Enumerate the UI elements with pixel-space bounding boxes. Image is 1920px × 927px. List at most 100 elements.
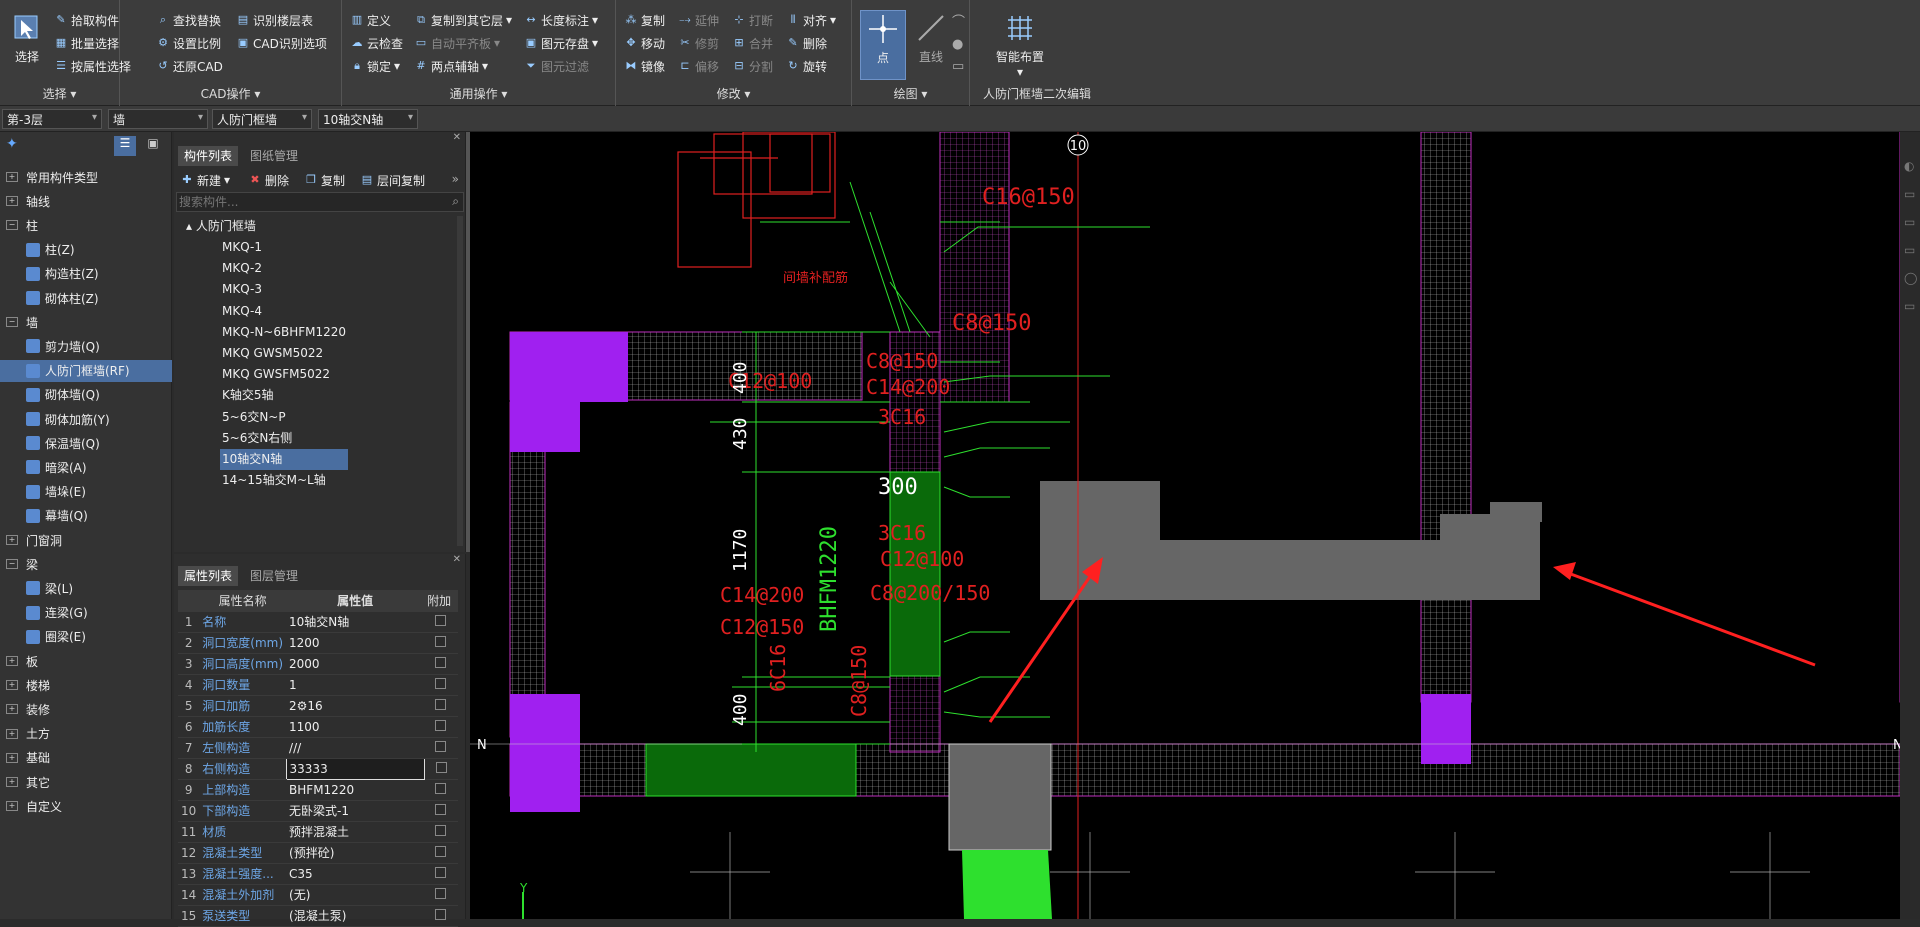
property-value[interactable]: (无) (286, 884, 425, 906)
property-row[interactable]: 10 下部构造 无卧梁式-1 (178, 800, 458, 822)
property-value[interactable]: /// (286, 737, 425, 759)
tree-item[interactable]: 连梁(G) (0, 602, 172, 624)
rotate-button[interactable]: ↻ 旋转 (786, 56, 827, 76)
property-value[interactable]: 33333 (285, 757, 425, 780)
extra-checkbox[interactable] (435, 803, 447, 815)
tree-item[interactable]: + 板 (0, 650, 172, 672)
tree-item[interactable]: + 其它 (0, 771, 172, 793)
tree-item[interactable]: − 柱 (0, 214, 172, 236)
tree-item[interactable]: + 自定义 (0, 795, 172, 817)
tree-item[interactable]: 保温墙(Q) (0, 432, 172, 454)
property-row[interactable]: 15 泵送类型 (混凝土泵) (178, 905, 458, 927)
point-draw-button[interactable]: 点 (860, 10, 906, 80)
tree-item[interactable]: 墙垛(E) (0, 481, 172, 503)
property-row[interactable]: 11 材质 预拌混凝土 (178, 821, 458, 843)
component-list-item[interactable]: 10轴交N轴 (220, 449, 348, 470)
list-view-icon[interactable]: ☰ (114, 136, 136, 156)
extra-checkbox[interactable] (435, 887, 447, 899)
property-row[interactable]: 9 上部构造 BHFM1220 (178, 779, 458, 801)
view-tools[interactable]: ◐ ▭ ▭ ▭ ◯ ▭ (1904, 152, 1917, 320)
extra-checkbox[interactable] (435, 740, 447, 752)
define-button[interactable]: ▥ 定义 (350, 10, 391, 30)
property-value[interactable]: 2⚙16 (286, 695, 425, 717)
property-value[interactable]: 1100 (286, 716, 425, 738)
extend-button[interactable]: ⤍ 延伸 (678, 10, 719, 30)
component-list-item[interactable]: MKQ GWSM5022 (220, 343, 323, 364)
align-button[interactable]: ⫴ 对齐 ▾ (786, 10, 836, 30)
property-value[interactable]: 10轴交N轴 (286, 611, 425, 633)
property-row[interactable]: 2 洞口宽度(mm) 1200 (178, 632, 458, 654)
tree-item[interactable]: + 门窗洞 (0, 529, 172, 551)
tree-item[interactable]: + 楼梯 (0, 674, 172, 696)
tree-item[interactable]: − 墙 (0, 311, 172, 333)
offset-button[interactable]: ⊏ 偏移 (678, 56, 719, 76)
tree-item[interactable]: 砌体柱(Z) (0, 287, 172, 309)
tab-property-list[interactable]: 属性列表 (178, 566, 239, 586)
extra-checkbox[interactable] (435, 635, 447, 647)
extra-checkbox[interactable] (435, 824, 447, 836)
pick-component-button[interactable]: ✎ 拾取构件 (54, 10, 119, 30)
property-extra[interactable] (424, 905, 458, 927)
property-value[interactable]: 2000 (286, 653, 425, 675)
tree-item[interactable]: 剪力墙(Q) (0, 335, 172, 357)
line-draw-button[interactable]: 直线 (908, 10, 954, 72)
close-icon[interactable]: ✕ (453, 554, 461, 565)
component-list-item[interactable]: MKQ-N~6BHFM1220 (220, 322, 346, 343)
tree-item[interactable]: 砌体墙(Q) (0, 384, 172, 406)
property-value[interactable]: 预拌混凝土 (286, 821, 425, 843)
property-extra[interactable] (424, 863, 458, 885)
property-row[interactable]: 3 洞口高度(mm) 2000 (178, 653, 458, 675)
expand-icon[interactable]: + (6, 704, 18, 715)
more-icon[interactable]: » (452, 172, 459, 186)
property-row[interactable]: 4 洞口数量 1 (178, 674, 458, 696)
search-icon[interactable]: ⌕ (452, 194, 459, 209)
set-scale-button[interactable]: ⚙ 设置比例 (156, 33, 221, 53)
extra-checkbox[interactable] (435, 614, 447, 626)
property-row[interactable]: 1 名称 10轴交N轴 (178, 611, 458, 633)
tree-item[interactable]: + 常用构件类型 (0, 166, 172, 188)
component-list-item[interactable]: MKQ-2 (220, 258, 262, 279)
property-row[interactable]: 6 加筋长度 1100 (178, 716, 458, 738)
property-extra[interactable] (424, 821, 458, 843)
property-extra[interactable] (424, 695, 458, 717)
tree-item[interactable]: + 装修 (0, 698, 172, 720)
property-row[interactable]: 7 左侧构造/// (178, 737, 458, 759)
copy-button[interactable]: ⁂ 复制 (624, 10, 666, 30)
find-replace-button[interactable]: ⌕ 查找替换 (156, 10, 221, 30)
extra-checkbox[interactable] (435, 719, 447, 731)
property-row[interactable]: 8 右侧构造 33333 (178, 757, 458, 780)
two-point-axis-button[interactable]: # 两点辅轴 ▾ (414, 56, 488, 76)
collapse-icon[interactable]: − (6, 559, 18, 570)
search-box[interactable]: ⌕ (176, 192, 464, 212)
tree-item[interactable]: − 梁 (0, 553, 172, 575)
trim-button[interactable]: ✂ 修剪 (678, 33, 719, 53)
tree-item[interactable]: + 土方 (0, 723, 172, 745)
floor-select[interactable]: 第-3层 (2, 109, 102, 129)
copy-to-floor-button[interactable]: ⧉ 复制到其它层 ▾ (414, 10, 512, 30)
component-list-item[interactable]: 5~6交N右侧 (220, 428, 292, 449)
select-button[interactable]: 选择 (4, 10, 50, 72)
tab-layer-management[interactable]: 图层管理 (244, 566, 304, 586)
type-select[interactable]: 人防门框墙 (212, 109, 312, 129)
tree-item[interactable]: 柱(Z) (0, 239, 172, 261)
split-button[interactable]: ⊟ 分割 (732, 56, 773, 76)
lock-button[interactable]: 🔒︎ 锁定 ▾ (350, 56, 400, 76)
expand-icon[interactable]: + (6, 752, 18, 763)
extra-checkbox[interactable] (435, 677, 447, 689)
delete-component-button[interactable]: ✖ 删除 (248, 170, 289, 190)
restore-cad-button[interactable]: ↺ 还原CAD (156, 56, 222, 76)
expand-icon[interactable]: + (6, 680, 18, 691)
property-extra[interactable] (424, 758, 458, 780)
scrollbar[interactable] (457, 216, 463, 546)
extra-checkbox[interactable] (435, 698, 447, 710)
expand-icon[interactable]: + (6, 801, 18, 812)
property-value[interactable]: 1 (286, 674, 425, 696)
component-list-item[interactable]: MKQ-1 (220, 237, 262, 258)
property-extra[interactable] (424, 779, 458, 801)
identify-floor-table-button[interactable]: ▤ 识别楼层表 (236, 10, 313, 30)
property-extra[interactable] (424, 800, 458, 822)
component-list-item[interactable]: MKQ-4 (220, 301, 262, 322)
property-extra[interactable] (424, 674, 458, 696)
collapse-icon[interactable]: − (6, 317, 18, 328)
sparkle-icon[interactable]: ✦ (6, 136, 18, 152)
